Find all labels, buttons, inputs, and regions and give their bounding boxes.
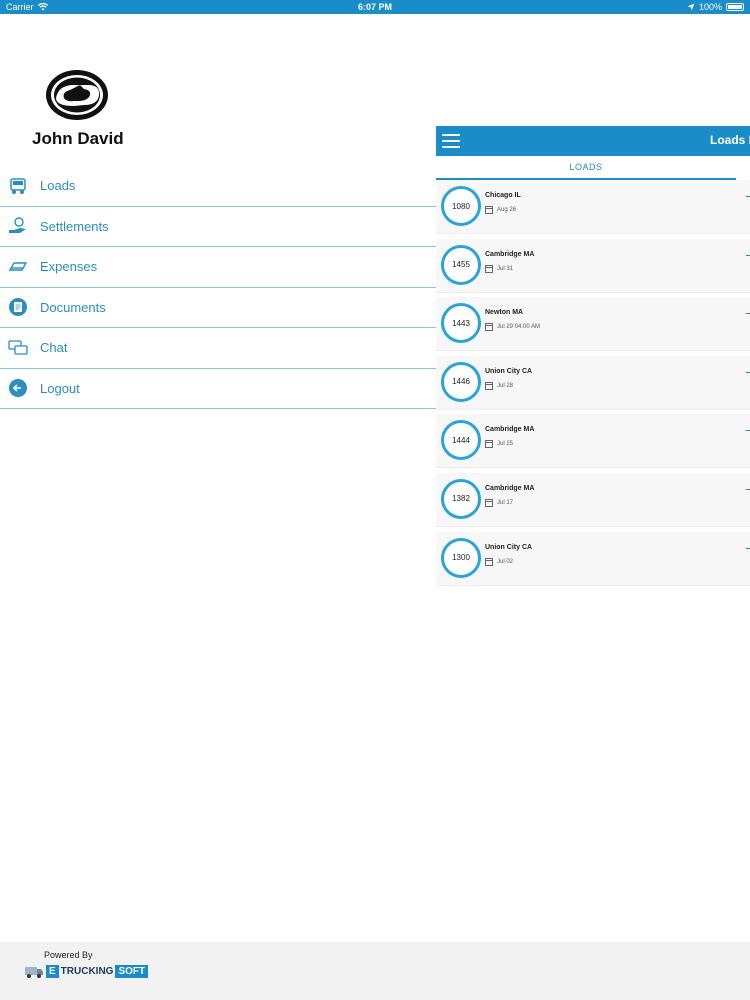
menu-item-expenses[interactable]: Expenses [0,247,436,288]
load-card[interactable]: 1080 Chicago IL Aug 26 [436,180,750,234]
menu-label-settlements: Settlements [40,218,109,234]
calendar-icon [485,440,493,449]
load-date-row: Aug 26 [485,206,516,214]
menu-item-documents[interactable]: Documents [0,288,436,328]
tab-bar: LOADS [436,156,736,180]
loads-panel: Loads L LOADS 1080 Chicago IL Aug 26 1455 Ca… [436,126,750,586]
calendar-icon [485,498,493,507]
footer: Powered By E TRUCKING SOFT [0,942,750,1000]
calendar-icon [485,557,493,566]
card-edge-marker [746,254,750,256]
load-date-row: Jul 25 [485,440,514,449]
battery-percent: 100% [698,2,722,12]
calendar-icon [485,264,493,273]
card-edge-marker [746,371,750,373]
calendar-icon [485,323,493,332]
card-edge-marker [746,313,750,315]
card-edge-marker [746,488,750,490]
load-date: Jul 31 [497,265,514,272]
card-edge-marker [746,196,750,197]
brand-truck-icon [25,967,43,978]
load-number-badge: 1444 [441,420,481,461]
load-date-row: Jul 31 [485,264,514,273]
menu-item-loads[interactable]: Loads [0,166,436,207]
user-name: John David [32,129,124,148]
load-city: Newton MA [485,309,524,317]
tab-loads[interactable]: LOADS [569,162,602,172]
load-date-row: Jul 29 04:00 AM [485,323,541,332]
load-city: Union City CA [485,543,533,551]
load-card[interactable]: 1455 Cambridge MA Jul 31 [436,238,750,293]
load-date-row: Jul 17 [485,498,514,507]
menu-label-documents: Documents [40,299,106,315]
calendar-icon [485,206,493,214]
brand-logo: E TRUCKING SOFT [24,963,149,979]
load-number-badge: 1455 [441,244,481,285]
load-city: Union City CA [485,367,533,375]
load-card[interactable]: 1443 Newton MA Jul 29 04:00 AM [436,297,750,352]
load-city: Cambridge MA [485,484,535,492]
menu-label-loads: Loads [40,178,76,194]
location-arrow-icon [687,3,695,11]
load-card[interactable]: 1382 Cambridge MA Jul 17 [436,472,750,527]
load-date: Jul 17 [497,499,514,506]
menu-label-chat: Chat [40,340,68,356]
loads-header: Loads L [436,126,750,156]
load-number-badge: 1080 [441,186,481,226]
load-date: Aug 26 [497,207,517,213]
status-left: Carrier [6,2,48,12]
company-logo [46,70,108,120]
load-city: Cambridge MA [485,250,535,258]
load-city: Cambridge MA [485,426,535,434]
menu-item-logout[interactable]: Logout [0,369,436,409]
load-card[interactable]: 1444 Cambridge MA Jul 25 [436,414,750,469]
load-number-badge: 1443 [441,303,481,344]
menu-toggle-icon[interactable] [442,134,460,148]
brand-e: E [46,964,59,978]
carrier-label: Carrier [6,2,34,12]
side-menu: Loads Settlements Expenses Documents Cha… [0,166,436,409]
load-date: Jul 28 [497,382,514,389]
menu-item-chat[interactable]: Chat [0,328,436,369]
card-icon [8,257,28,277]
load-date: Jul 25 [497,441,514,448]
load-card[interactable]: 1300 Union City CA Jul 02 [436,531,750,586]
status-time: 6:07 PM [357,2,392,12]
calendar-icon [485,381,493,390]
document-icon [8,297,28,317]
app-root: Carrier 6:07 PM 100% John David Loads Se… [0,0,750,1000]
load-number-badge: 1382 [441,478,481,519]
load-date: Jul 02 [497,558,514,565]
load-date: Jul 29 04:00 AM [497,324,541,331]
load-number-badge: 1300 [441,537,481,578]
logout-icon [8,378,28,398]
money-hand-icon [8,216,28,236]
status-right: 100% [687,2,744,12]
menu-item-settlements[interactable]: Settlements [0,207,436,247]
menu-label-logout: Logout [40,380,80,396]
load-card[interactable]: 1446 Union City CA Jul 28 [436,355,750,410]
loads-list: 1080 Chicago IL Aug 26 1455 Cambridge MA Jul … [436,180,750,590]
truck-icon [8,176,28,196]
loads-title: Loads L [710,133,750,147]
battery-icon [726,3,744,11]
chat-icon [8,338,28,358]
card-edge-marker [746,430,750,432]
menu-label-expenses: Expenses [40,259,98,275]
wifi-icon [37,3,48,11]
load-number-badge: 1446 [441,361,481,402]
load-date-row: Jul 02 [485,557,514,566]
load-city: Chicago IL [485,192,521,199]
brand-trucking: TRUCKING [60,965,114,977]
load-date-row: Jul 28 [485,381,514,390]
status-bar: Carrier 6:07 PM 100% [0,0,750,14]
card-edge-marker [746,547,750,549]
powered-by-label: Powered By [44,950,93,960]
brand-soft: SOFT [115,964,149,978]
